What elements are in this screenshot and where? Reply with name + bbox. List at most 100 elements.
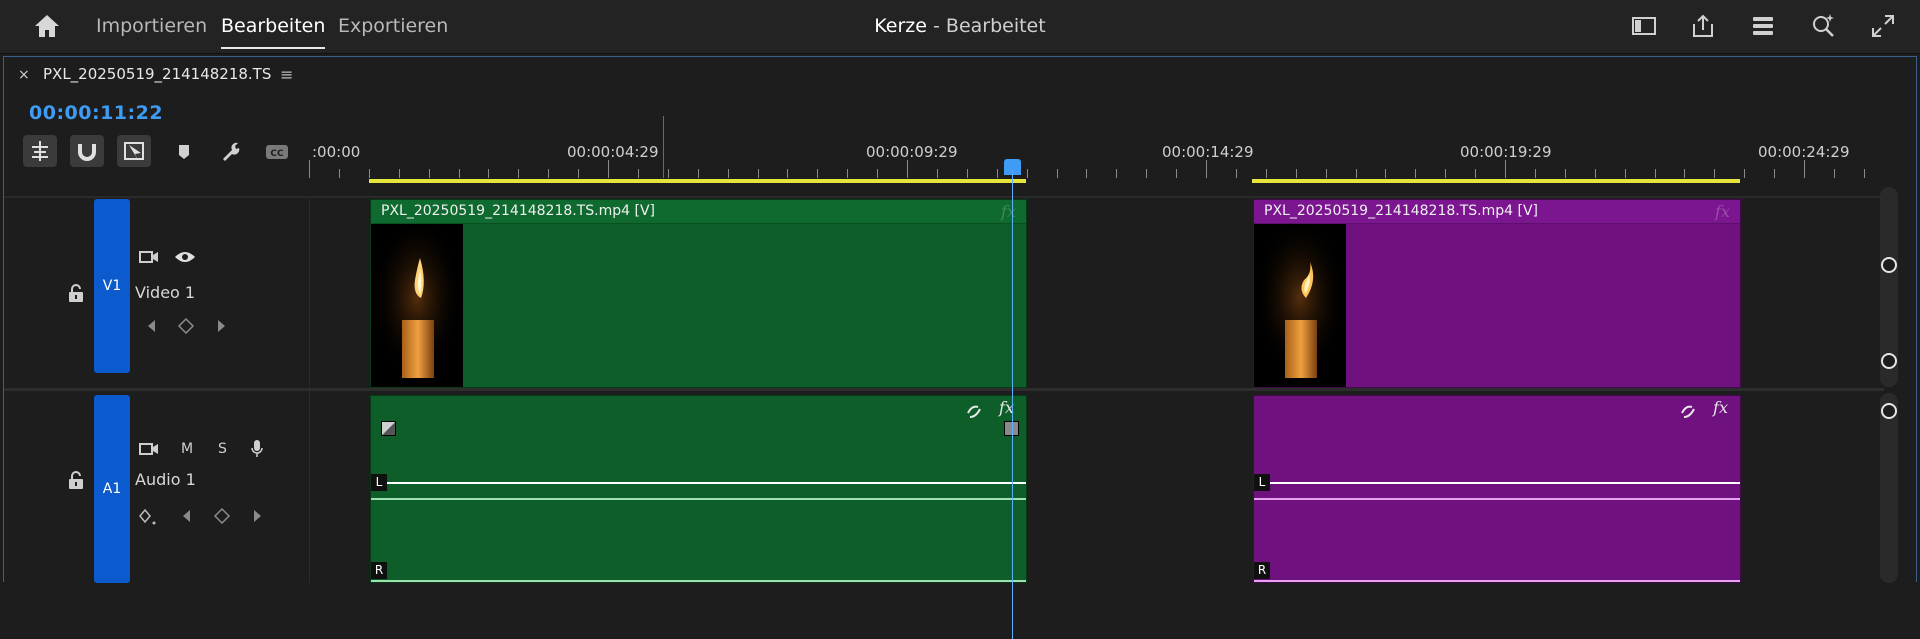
ruler-minor-tick <box>428 169 430 178</box>
previous-keyframe-icon[interactable] <box>145 318 157 334</box>
next-keyframe-icon[interactable] <box>216 318 228 334</box>
insert-nest-tool[interactable] <box>23 135 57 167</box>
hover-line <box>663 116 664 178</box>
ruler-minor-tick <box>1176 169 1178 178</box>
work-area-bar[interactable] <box>1252 179 1740 183</box>
channel-right-label: R <box>1254 562 1270 579</box>
panel-menu-button[interactable]: ≡ <box>280 65 293 84</box>
add-keyframe-icon[interactable] <box>213 508 231 524</box>
scroll-handle-top[interactable] <box>1881 257 1897 273</box>
audio-effects-icon[interactable] <box>1678 401 1698 421</box>
clip-thumbnail <box>1254 224 1346 387</box>
ruler-minor-tick <box>1594 169 1596 178</box>
work-area-bar[interactable] <box>369 179 1026 183</box>
video-clip[interactable]: PXL_20250519_214148218.TS.mp4 [V] fx <box>1253 199 1741 388</box>
sync-lock-icon[interactable] <box>138 249 160 265</box>
ruler-minor-tick <box>1116 169 1118 178</box>
ruler-label: 00:00:04:29 <box>567 143 659 161</box>
track-name-video: Video 1 <box>135 283 196 302</box>
panel-layout-icon[interactable] <box>1630 12 1658 40</box>
ruler-minor-tick <box>1235 169 1237 178</box>
ruler-minor-tick <box>996 169 998 178</box>
ruler-minor-tick <box>1714 169 1716 178</box>
audio-effects-icon[interactable] <box>964 401 984 421</box>
solo-button[interactable]: S <box>218 441 227 457</box>
track-divider[interactable] <box>4 388 1884 391</box>
ruler-major-tick <box>309 160 310 178</box>
nav-exportieren[interactable]: Exportieren <box>338 15 448 37</box>
close-tab-button[interactable]: × <box>18 67 30 83</box>
fx-badge[interactable]: fx <box>1713 398 1728 417</box>
ruler-minor-tick <box>787 169 789 178</box>
clip-thumbnail <box>371 224 463 387</box>
ruler-minor-tick <box>458 169 460 178</box>
snap-tool[interactable] <box>70 135 104 167</box>
ruler-minor-tick <box>817 169 819 178</box>
wrench-icon <box>223 142 240 161</box>
settings-tool[interactable] <box>213 135 247 167</box>
waveform-centerline <box>1254 498 1740 500</box>
zoom-icon[interactable] <box>1809 12 1837 40</box>
lock-open-icon[interactable] <box>67 283 85 303</box>
eye-icon[interactable] <box>174 250 196 264</box>
ruler-major-tick <box>1206 160 1207 178</box>
audio-clip[interactable]: fx L R <box>1253 395 1741 583</box>
ruler-label: 00:00:24:29 <box>1758 143 1850 161</box>
linked-selection-tool[interactable] <box>117 135 151 167</box>
playhead-line[interactable] <box>1012 170 1013 639</box>
track-target-a1[interactable]: A1 <box>94 395 130 583</box>
channel-right-label: R <box>371 562 387 579</box>
ruler-label: 00:00:09:29 <box>866 143 958 161</box>
ruler-minor-tick <box>548 169 550 178</box>
ruler-minor-tick <box>1774 169 1776 178</box>
captions-tool[interactable]: CC <box>260 135 294 167</box>
add-keyframe-icon[interactable] <box>177 318 195 334</box>
ruler-label: 00:00:19:29 <box>1460 143 1552 161</box>
audio-clip[interactable]: fx L R <box>370 395 1027 583</box>
ruler-minor-tick <box>757 169 759 178</box>
ruler-minor-tick <box>637 169 639 178</box>
sync-lock-icon[interactable] <box>138 441 160 457</box>
sequence-tab[interactable]: PXL_20250519_214148218.TS <box>43 65 271 83</box>
audio-zoom-scrollbar[interactable] <box>1880 393 1898 583</box>
playhead-timecode[interactable]: 00:00:11:22 <box>29 102 163 124</box>
microphone-icon[interactable] <box>250 439 264 459</box>
list-icon[interactable] <box>1749 12 1777 40</box>
previous-keyframe-icon[interactable] <box>180 508 192 524</box>
track-target-v1[interactable]: V1 <box>94 199 130 373</box>
ruler-label: :00:00 <box>312 143 361 161</box>
candle-thumbnail-icon <box>1254 224 1346 387</box>
lock-open-icon[interactable] <box>67 470 85 490</box>
ruler-major-tick <box>907 160 908 178</box>
scroll-handle-bottom[interactable] <box>1881 353 1897 369</box>
home-icon[interactable] <box>33 13 61 39</box>
marker-icon <box>179 145 189 159</box>
nav-bearbeiten[interactable]: Bearbeiten <box>221 15 326 49</box>
next-keyframe-icon[interactable] <box>252 508 264 524</box>
fx-badge[interactable]: fx <box>1715 202 1730 221</box>
video-zoom-scrollbar[interactable] <box>1880 187 1898 387</box>
ruler-minor-tick <box>1355 169 1357 178</box>
mute-button[interactable]: M <box>181 441 193 457</box>
scroll-handle-top[interactable] <box>1881 403 1897 419</box>
ruler-divider <box>4 196 1884 198</box>
ruler-minor-tick <box>1564 169 1566 178</box>
keyframe-type-icon[interactable] <box>138 508 158 526</box>
video-clip[interactable]: PXL_20250519_214148218.TS.mp4 [V] fx <box>370 199 1027 388</box>
ruler-minor-tick <box>1385 169 1387 178</box>
ruler-label: 00:00:14:29 <box>1162 143 1254 161</box>
track-header-divider <box>309 199 310 583</box>
share-icon[interactable] <box>1689 12 1717 40</box>
add-marker-tool[interactable] <box>167 135 201 167</box>
nav-importieren[interactable]: Importieren <box>96 15 207 37</box>
channel-left-label: L <box>371 474 387 491</box>
fx-badge[interactable]: fx <box>1001 202 1016 221</box>
ruler-major-tick <box>1505 160 1506 178</box>
magnet-icon <box>78 144 96 161</box>
project-name: Kerze <box>874 15 927 37</box>
ruler-minor-tick <box>398 169 400 178</box>
fade-in-handle[interactable] <box>381 421 396 436</box>
ruler-minor-tick <box>1624 169 1626 178</box>
ruler-minor-tick <box>1475 169 1477 178</box>
fullscreen-icon[interactable] <box>1869 12 1897 40</box>
